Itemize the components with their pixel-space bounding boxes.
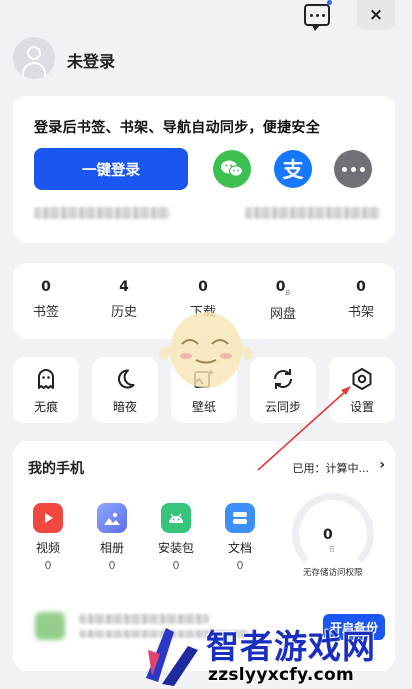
tile-settings[interactable]: 设置 [329, 357, 395, 423]
chevron-right-icon[interactable]: › [379, 457, 385, 473]
storage-permission-label[interactable]: 无存储访问权限 [303, 566, 363, 578]
moon-icon [114, 367, 136, 391]
album-icon [97, 503, 127, 533]
app-apk[interactable]: 安装包 0 [151, 503, 201, 572]
stat-bookshelf[interactable]: 0 书架 [339, 279, 383, 320]
tile-cloud-sync[interactable]: 云同步 [250, 357, 316, 423]
storage-gauge [292, 493, 374, 575]
more-login-options-button[interactable] [334, 150, 372, 188]
stat-bookmarks[interactable]: 0 书签 [24, 279, 68, 320]
document-icon [225, 503, 255, 533]
login-card: 登录后书签、书架、导航自动同步，便捷安全 一键登录 支 [13, 96, 395, 243]
app-documents[interactable]: 文档 0 [215, 503, 265, 572]
wechat-icon [221, 160, 244, 177]
watermark-url: zzslyyxcfy.com [208, 665, 354, 685]
avatar[interactable] [13, 37, 55, 79]
close-button[interactable]: × [357, 0, 395, 30]
app-album[interactable]: 相册 0 [87, 503, 137, 572]
tile-wallpaper[interactable]: 壁纸 [171, 357, 237, 423]
wechat-login-button[interactable] [213, 150, 251, 188]
wallpaper-icon [192, 367, 216, 391]
blurred-text [245, 207, 380, 219]
storage-unit: B [329, 545, 335, 554]
watermark-title: 智者游戏网 [206, 627, 376, 666]
login-tip: 登录后书签、书架、导航自动同步，便捷安全 [34, 120, 320, 136]
user-name[interactable]: 未登录 [67, 48, 115, 72]
one-click-login-button[interactable]: 一键登录 [34, 148, 188, 190]
stat-downloads[interactable]: 0 下载 [181, 279, 225, 320]
message-icon[interactable] [304, 4, 330, 31]
tile-dark-mode[interactable]: 暗夜 [92, 357, 158, 423]
alipay-icon: 支 [282, 158, 304, 182]
tile-incognito[interactable]: 无痕 [13, 357, 79, 423]
storage-used-label[interactable]: 已用：计算中... [293, 460, 370, 476]
watermark-logo-icon [146, 628, 198, 686]
blurred-app-icon [35, 612, 65, 640]
settings-hexagon-icon [350, 367, 374, 391]
blurred-text [34, 207, 170, 219]
alipay-login-button[interactable]: 支 [274, 150, 312, 188]
stat-cloud-drive[interactable]: 0B 网盘 [261, 279, 305, 322]
app-videos[interactable]: 视频 0 [23, 503, 73, 572]
ghost-icon [35, 367, 57, 391]
video-icon [33, 503, 63, 533]
notification-dot [327, 0, 332, 5]
my-phone-title: 我的手机 [28, 461, 84, 477]
site-watermark: 智者游戏网 zzslyyxcfy.com [138, 620, 412, 689]
user-avatar-icon [27, 46, 41, 60]
storage-value: 0 [323, 527, 333, 543]
more-options-icon [341, 166, 347, 172]
stats-card: 0 书签 4 历史 0 下载 0B 网盘 0 书架 [13, 263, 395, 339]
sync-icon [271, 367, 295, 391]
stat-history[interactable]: 4 历史 [102, 279, 146, 320]
android-apk-icon [161, 503, 191, 533]
